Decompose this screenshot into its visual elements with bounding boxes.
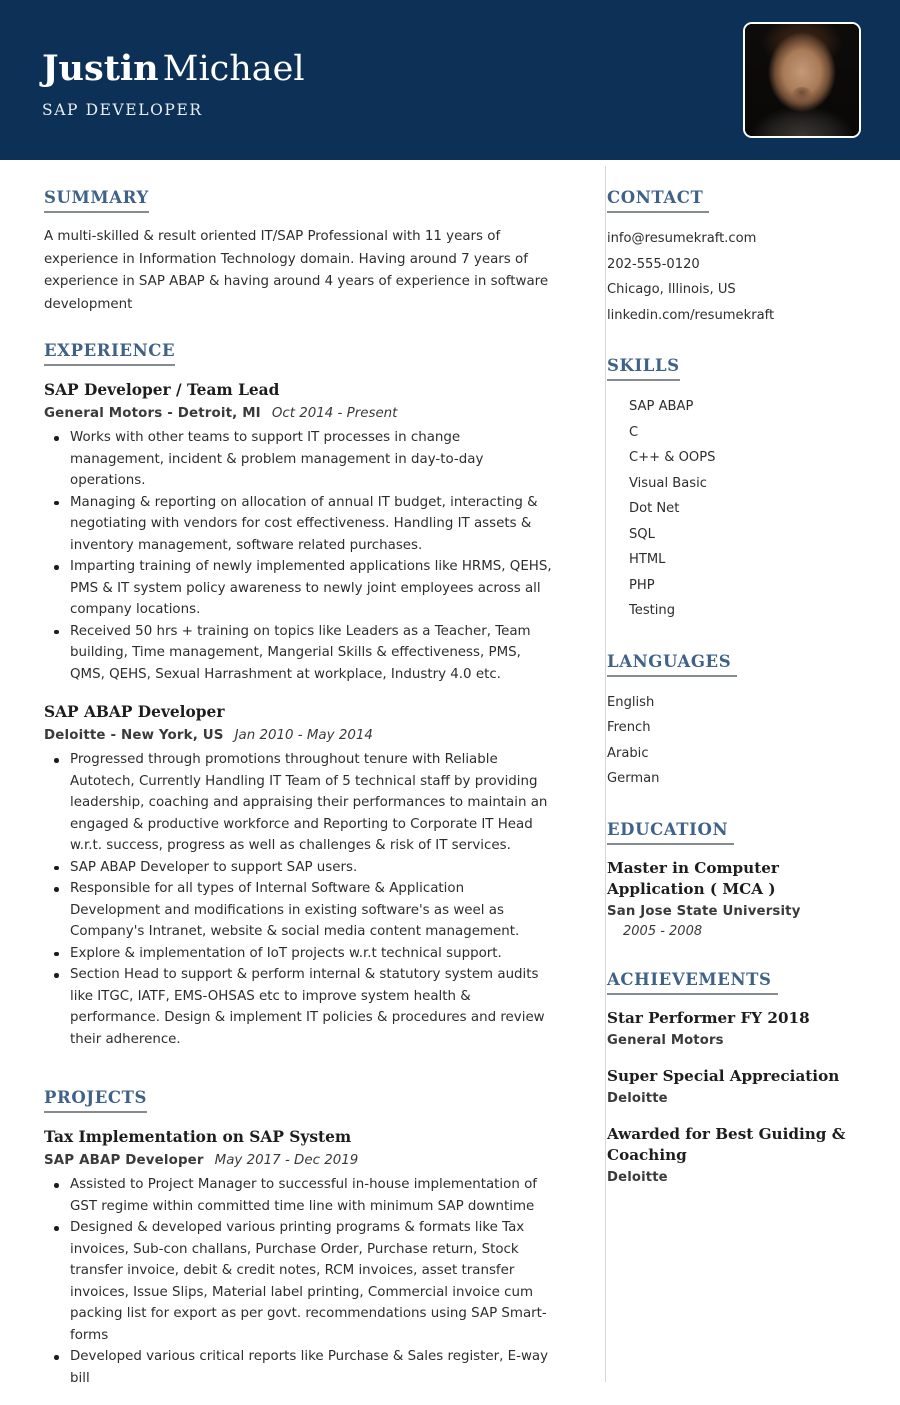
- achievement-entry: Star Performer FY 2018 General Motors: [607, 1008, 866, 1051]
- education-school: San Jose State University: [607, 903, 801, 919]
- bullet-item: Assisted to Project Manager to successfu…: [44, 1174, 552, 1217]
- project-bullets: Assisted to Project Manager to successfu…: [44, 1174, 552, 1389]
- bullet-item: Responsible for all types of Internal So…: [44, 878, 552, 943]
- experience-entry: SAP ABAP Developer Deloitte - New York, …: [44, 701, 552, 1050]
- section-experience: EXPERIENCE SAP Developer / Team Lead Gen…: [44, 341, 552, 1050]
- experience-meta: Deloitte - New York, US Jan 2010 - May 20…: [44, 726, 552, 746]
- summary-heading: SUMMARY: [44, 188, 149, 213]
- achievement-org: General Motors: [607, 1032, 724, 1048]
- project-meta: SAP ABAP Developer May 2017 - Dec 2019: [44, 1151, 552, 1171]
- candidate-job-title: SAP DEVELOPER: [42, 101, 203, 119]
- bullet-item: Works with other teams to support IT pro…: [44, 427, 552, 492]
- contact-phone[interactable]: 202-555-0120: [607, 252, 866, 278]
- section-achievements: ACHIEVEMENTS Star Performer FY 2018 Gene…: [607, 970, 866, 1188]
- contact-linkedin[interactable]: linkedin.com/resumekraft: [607, 303, 866, 329]
- profile-photo: [743, 22, 861, 138]
- achievement-entry: Awarded for Best Guiding & Coaching Delo…: [607, 1124, 866, 1188]
- skill-item: Visual Basic: [629, 475, 707, 491]
- experience-heading: EXPERIENCE: [44, 341, 176, 366]
- bullet-item: Managing & reporting on allocation of an…: [44, 492, 552, 557]
- language-item: French: [607, 720, 651, 735]
- bullet-item: Section Head to support & perform intern…: [44, 964, 552, 1050]
- first-name: Justin: [42, 48, 159, 89]
- resume-page: Justin Michael SAP DEVELOPER SUMMARY A mu…: [0, 0, 900, 1386]
- bullet-item: Developed various critical reports like …: [44, 1346, 552, 1389]
- candidate-name: Justin Michael: [42, 48, 305, 90]
- section-languages: LANGUAGES English French Arabic German: [607, 652, 866, 792]
- project-dates: May 2017 - Dec 2019: [214, 1153, 359, 1168]
- summary-text: A multi-skilled & result oriented IT/SAP…: [44, 229, 549, 312]
- achievement-title: Awarded for Best Guiding & Coaching: [607, 1124, 846, 1164]
- sidebar-column: CONTACT info@resumekraft.com 202-555-012…: [578, 188, 900, 1405]
- skill-item: Dot Net: [629, 501, 680, 516]
- skill-item: SQL: [629, 526, 655, 542]
- bullet-item: Progressed through promotions throughout…: [44, 749, 552, 857]
- experience-dates: Oct 2014 - Present: [271, 406, 398, 421]
- language-item: Arabic: [607, 745, 649, 761]
- skill-item: C: [629, 424, 639, 440]
- skill-item: Testing: [629, 603, 676, 618]
- project-role: SAP ABAP Developer: [44, 1153, 204, 1168]
- project-entry: Tax Implementation on SAP System SAP ABA…: [44, 1126, 552, 1389]
- resume-header: Justin Michael SAP DEVELOPER: [0, 0, 900, 160]
- skill-item: SAP ABAP: [629, 399, 694, 414]
- language-item: German: [607, 771, 660, 786]
- skills-heading: SKILLS: [607, 356, 680, 381]
- education-entry: Master in Computer Application ( MCA ) S…: [607, 858, 866, 942]
- experience-meta: General Motors - Detroit, MI Oct 2014 - P…: [44, 404, 552, 424]
- section-education: EDUCATION Master in Computer Application…: [607, 820, 866, 942]
- section-contact: CONTACT info@resumekraft.com 202-555-012…: [607, 188, 866, 328]
- achievement-entry: Super Special Appreciation Deloitte: [607, 1066, 866, 1109]
- languages-heading: LANGUAGES: [607, 652, 738, 677]
- bullet-item: Imparting training of newly implemented …: [44, 556, 552, 621]
- bullet-item: SAP ABAP Developer to support SAP users.: [44, 857, 552, 879]
- bullet-item: Received 50 hrs + training on topics lik…: [44, 621, 552, 686]
- contact-heading: CONTACT: [607, 188, 710, 213]
- language-item: English: [607, 694, 655, 710]
- education-dates: 2005 - 2008: [623, 923, 703, 939]
- experience-entry: SAP Developer / Team Lead General Motors…: [44, 379, 552, 685]
- experience-org: General Motors - Detroit, MI: [44, 406, 261, 421]
- resume-body: SUMMARY A multi-skilled & result oriente…: [0, 160, 900, 1405]
- contact-email[interactable]: info@resumekraft.com: [607, 226, 866, 252]
- languages-list: English French Arabic German: [607, 690, 866, 792]
- bullet-item: Designed & developed various printing pr…: [44, 1217, 552, 1346]
- section-skills: SKILLS SAP ABAP C C++ & OOPS Visual Basi…: [607, 356, 866, 624]
- skill-item: C++ & OOPS: [629, 450, 716, 465]
- name-block: Justin Michael SAP DEVELOPER: [42, 48, 305, 119]
- main-column: SUMMARY A multi-skilled & result oriente…: [0, 188, 578, 1405]
- section-projects: PROJECTS Tax Implementation on SAP Syste…: [44, 1088, 552, 1389]
- achievements-heading: ACHIEVEMENTS: [607, 970, 778, 995]
- experience-dates: Jan 2010 - May 2014: [234, 728, 373, 743]
- projects-heading: PROJECTS: [44, 1088, 148, 1113]
- bullet-item: Explore & implementation of IoT projects…: [44, 943, 552, 965]
- last-name: Michael: [162, 49, 305, 89]
- experience-org: Deloitte - New York, US: [44, 728, 224, 743]
- education-heading: EDUCATION: [607, 820, 735, 845]
- achievement-org: Deloitte: [607, 1169, 668, 1185]
- education-degree: Master in Computer Application ( MCA ): [607, 858, 779, 898]
- skills-list: SAP ABAP C C++ & OOPS Visual Basic Dot N…: [607, 394, 866, 624]
- achievement-title: Star Performer FY 2018: [607, 1008, 810, 1027]
- skill-item: PHP: [629, 577, 655, 593]
- experience-job-title: SAP ABAP Developer: [44, 703, 225, 721]
- profile-photo-image: [745, 24, 859, 136]
- achievement-title: Super Special Appreciation: [607, 1066, 840, 1085]
- section-summary: SUMMARY A multi-skilled & result oriente…: [44, 188, 552, 316]
- experience-job-title: SAP Developer / Team Lead: [44, 381, 280, 399]
- experience-bullets: Progressed through promotions throughout…: [44, 749, 552, 1050]
- project-title: Tax Implementation on SAP System: [44, 1128, 352, 1146]
- contact-location: Chicago, Illinois, US: [607, 282, 736, 297]
- achievement-org: Deloitte: [607, 1090, 668, 1106]
- experience-bullets: Works with other teams to support IT pro…: [44, 427, 552, 685]
- column-divider: [605, 166, 606, 1382]
- skill-item: HTML: [629, 552, 666, 567]
